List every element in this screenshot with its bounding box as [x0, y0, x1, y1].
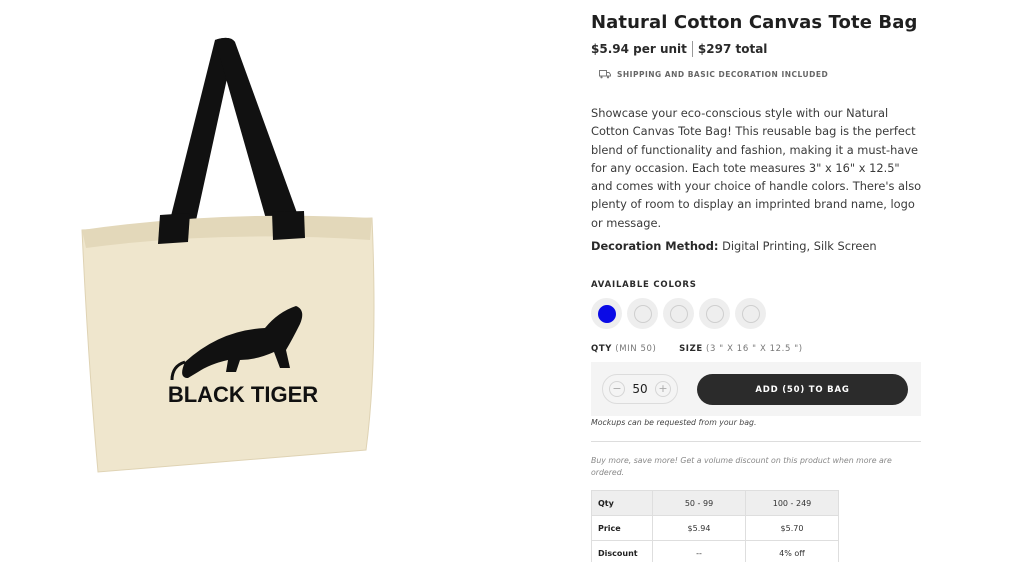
shipping-note: SHIPPING AND BASIC DECORATION INCLUDED	[599, 70, 828, 79]
price-divider	[691, 41, 693, 57]
increment-button[interactable]: +	[655, 381, 671, 397]
row-label: Discount	[591, 540, 653, 562]
color-swatch[interactable]	[663, 298, 694, 329]
truck-icon	[599, 70, 611, 79]
volume-pricing-table: Qty 50 - 99 100 - 249 Price $5.94 $5.70 …	[591, 490, 839, 562]
size-label: SIZE	[679, 344, 703, 354]
swatch-dot	[597, 304, 616, 323]
color-swatch-blue[interactable]	[591, 298, 622, 329]
table-cell: 100 - 249	[745, 490, 839, 516]
qty-size-row: QTY (MIN 50) SIZE (3 " X 16 " X 12.5 ")	[591, 344, 803, 354]
table-cell: 4% off	[745, 540, 839, 562]
price-row: $5.94 per unit $297 total	[591, 41, 767, 57]
color-swatch[interactable]	[699, 298, 730, 329]
table-cell: $5.94	[652, 515, 746, 541]
table-row: Price $5.94 $5.70	[591, 515, 839, 541]
product-description: Showcase your eco-conscious style with o…	[591, 106, 922, 230]
volume-discount-note: Buy more, save more! Get a volume discou…	[591, 456, 892, 477]
row-label: Qty	[591, 490, 653, 516]
product-image: BLACK TIGER	[81, 37, 375, 473]
add-to-bag-panel: − + ADD (50) TO BAG	[591, 362, 921, 416]
available-colors-label: AVAILABLE COLORS	[591, 280, 697, 290]
swatch-dot	[705, 304, 724, 323]
quantity-stepper: − +	[602, 374, 678, 404]
shipping-text: SHIPPING AND BASIC DECORATION INCLUDED	[617, 70, 829, 79]
add-to-bag-button[interactable]: ADD (50) TO BAG	[697, 374, 908, 405]
row-label: Price	[591, 515, 653, 541]
quantity-input[interactable]	[626, 382, 654, 396]
decoration-value: Digital Printing, Silk Screen	[718, 239, 877, 253]
swatch-dot	[633, 304, 652, 323]
bag-handle-right	[215, 37, 305, 240]
decoration-label: Decoration Method:	[591, 239, 719, 253]
decoration-method: Decoration Method: Digital Printing, Sil…	[591, 239, 877, 253]
size-value: (3 " X 16 " X 12.5 ")	[706, 344, 803, 354]
table-row: Discount -- 4% off	[591, 540, 839, 562]
decrement-button[interactable]: −	[609, 381, 625, 397]
mockups-note: Mockups can be requested from your bag.	[591, 418, 757, 427]
price-total: $297 total	[697, 42, 768, 56]
qty-min: (MIN 50)	[615, 344, 657, 354]
swatch-dot	[741, 304, 760, 323]
table-row: Qty 50 - 99 100 - 249	[591, 490, 839, 516]
table-cell: --	[652, 540, 746, 562]
price-per-unit: $5.94 per unit	[591, 42, 687, 56]
table-cell: 50 - 99	[652, 490, 746, 516]
color-swatch[interactable]	[627, 298, 658, 329]
color-swatch[interactable]	[735, 298, 766, 329]
logo-brand-text: BLACK TIGER	[168, 382, 318, 407]
swatch-dot	[669, 304, 688, 323]
divider	[591, 441, 921, 442]
table-cell: $5.70	[745, 515, 839, 541]
product-title: Natural Cotton Canvas Tote Bag	[591, 12, 918, 33]
color-swatches	[591, 298, 766, 329]
qty-label: QTY	[591, 344, 612, 354]
